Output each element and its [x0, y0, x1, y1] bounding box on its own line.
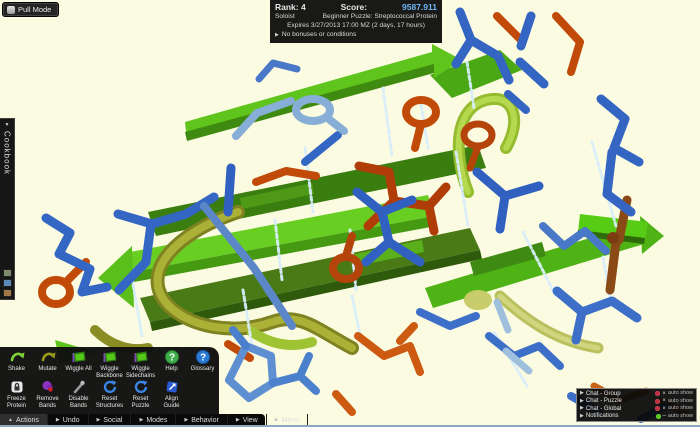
- svg-text:?: ?: [168, 353, 174, 364]
- align-guide-button[interactable]: Align Guide: [156, 379, 187, 409]
- help-button[interactable]: ? Help: [156, 349, 187, 379]
- chat-status-icon: [655, 391, 660, 396]
- disable-bands-icon: [71, 379, 87, 395]
- freeze-icon: [9, 379, 25, 395]
- notifications-row[interactable]: ▶ Notifications – auto show: [580, 413, 693, 419]
- remove-bands-icon: [40, 379, 56, 395]
- chat-group-row[interactable]: ▶ Chat - Group × auto show: [580, 391, 693, 397]
- rank: Rank: 4: [275, 2, 306, 13]
- actions-panel: Shake Mutate Wiggle All: [0, 347, 219, 414]
- notifications-status-icon: [656, 414, 661, 419]
- chat-status-icon: [655, 406, 660, 411]
- beta-sheets: [55, 44, 664, 363]
- actions-row-1: Shake Mutate Wiggle All: [1, 349, 219, 379]
- score-value: 9587.911: [402, 2, 437, 13]
- actions-row-2: Freeze Protein Remove Bands Disable Band…: [1, 379, 219, 409]
- wiggle-sidechains-button[interactable]: Wiggle Sidechains: [125, 349, 156, 379]
- reset-structures-icon: [102, 379, 118, 395]
- wiggle-backbone-icon: [102, 349, 118, 365]
- cookbook-arrow-icon: ▼: [5, 122, 10, 128]
- remove-bands-button[interactable]: Remove Bands: [32, 379, 63, 409]
- wiggle-sidechains-icon: [133, 349, 149, 365]
- wiggle-all-icon: [71, 349, 87, 365]
- bonuses-row[interactable]: ▶ No bonuses or conditions: [275, 31, 437, 40]
- chat-global-row[interactable]: ▶ Chat - Global × auto show: [580, 406, 693, 412]
- wiggle-all-button[interactable]: Wiggle All: [63, 349, 94, 379]
- pull-mode-button[interactable]: Pull Mode: [2, 2, 59, 17]
- cookbook-recipe-icon[interactable]: [3, 269, 12, 277]
- expand-arrow-icon: ▶: [580, 414, 584, 419]
- svg-text:?: ?: [199, 353, 205, 364]
- expand-arrow-icon: ▶: [580, 391, 584, 396]
- mutate-icon: [40, 349, 56, 365]
- shake-button[interactable]: Shake: [1, 349, 32, 379]
- glossary-button[interactable]: ? Glossary: [187, 349, 218, 379]
- mode-label: Soloist: [275, 13, 295, 22]
- puzzle-title: Beginner Puzzle: Streptococcal Protein: [323, 13, 437, 22]
- reset-puzzle-button[interactable]: Reset Puzzle: [125, 379, 156, 409]
- cookbook-script-icon[interactable]: [3, 279, 12, 287]
- expand-arrow-icon: ▶: [275, 32, 279, 39]
- chat-panel: ▶ Chat - Group × auto show ▶ Chat - Puzz…: [576, 388, 697, 422]
- autoshow-toggle[interactable]: ×: [662, 398, 666, 404]
- expires-text: Expires 3/27/2013 17:00 MZ (2 days, 17 h…: [275, 22, 437, 31]
- foldit-app: Pull Mode Rank: 4 Score: 9587.911 Solois…: [0, 0, 700, 427]
- cookbook-label: Cookbook: [3, 131, 12, 267]
- expand-arrow-icon: ▶: [580, 406, 584, 411]
- pull-mode-label: Pull Mode: [18, 5, 51, 14]
- disable-bands-button[interactable]: Disable Bands: [63, 379, 94, 409]
- align-guide-icon: [164, 379, 180, 395]
- autoshow-toggle[interactable]: ×: [662, 406, 666, 412]
- expand-arrow-icon: ▶: [580, 399, 584, 404]
- chat-puzzle-row[interactable]: ▶ Chat - Puzzle × auto show: [580, 398, 693, 404]
- reset-puzzle-icon: [133, 379, 149, 395]
- score-label: Score:: [341, 2, 367, 13]
- reset-structures-button[interactable]: Reset Structures: [94, 379, 125, 409]
- mutate-button[interactable]: Mutate: [32, 349, 63, 379]
- wiggle-backbone-button[interactable]: Wiggle Backbone: [94, 349, 125, 379]
- autoshow-toggle[interactable]: ×: [662, 391, 666, 397]
- help-icon: ?: [164, 349, 180, 365]
- glossary-icon: ?: [195, 349, 211, 365]
- shake-icon: [9, 349, 25, 365]
- autoshow-toggle[interactable]: –: [663, 413, 666, 419]
- cookbook-tab[interactable]: ▼ Cookbook: [0, 118, 15, 300]
- cookbook-book-icon[interactable]: [3, 289, 12, 297]
- chat-status-icon: [655, 399, 660, 404]
- bonuses-text: No bonuses or conditions: [282, 31, 356, 40]
- pull-hand-icon: [7, 6, 15, 14]
- freeze-protein-button[interactable]: Freeze Protein: [1, 379, 32, 409]
- score-panel: Rank: 4 Score: 9587.911 Soloist Beginner…: [270, 0, 442, 43]
